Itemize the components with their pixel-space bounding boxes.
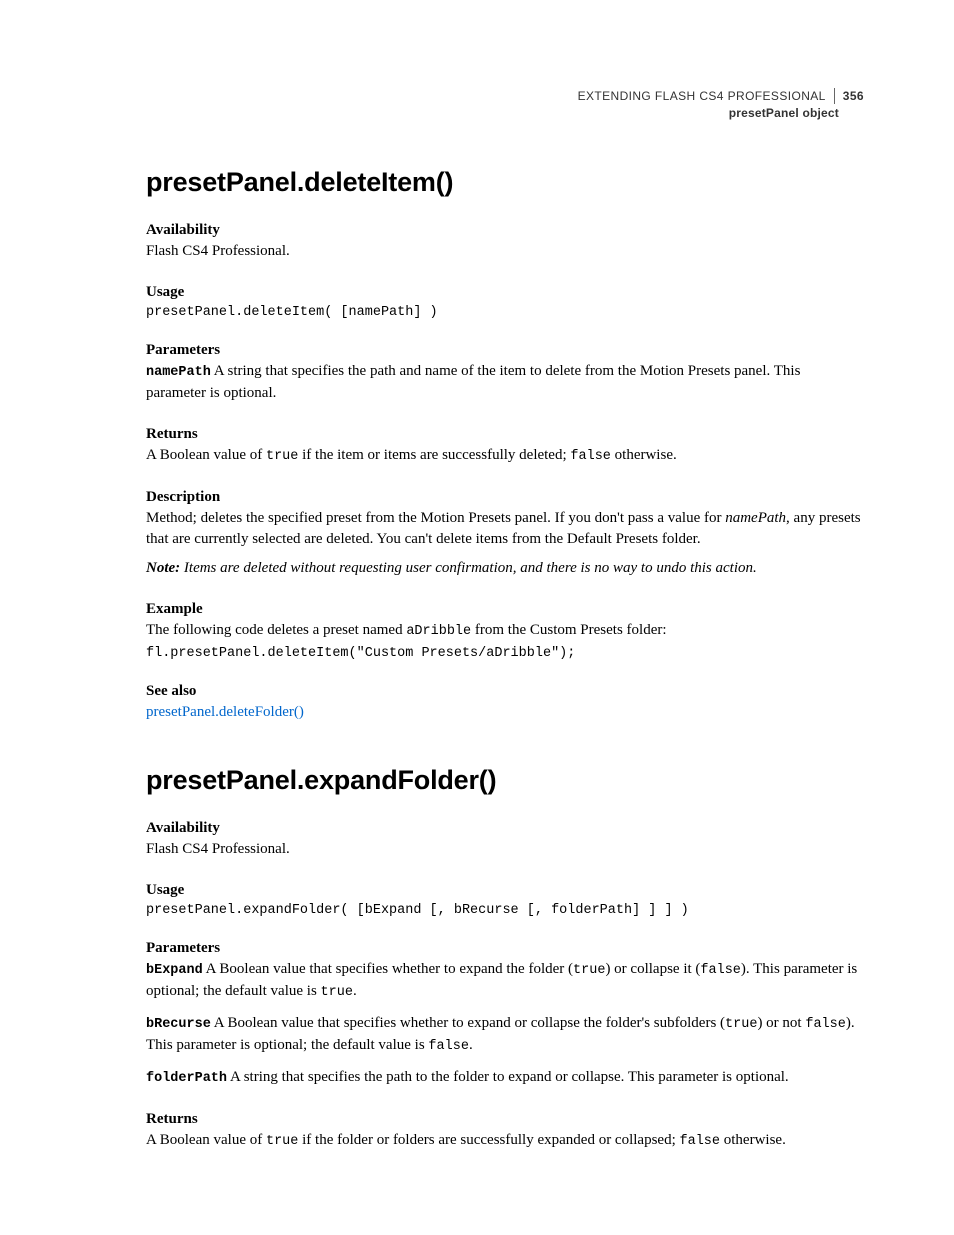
parameter-bexpand: bExpand A Boolean value that specifies w… (146, 959, 864, 1003)
example-code: fl.presetPanel.deleteItem("Custom Preset… (146, 646, 864, 661)
running-head: EXTENDING FLASH CS4 PROFESSIONAL 356 pres… (146, 88, 864, 121)
parameter-namepath: namePath A string that specifies the pat… (146, 361, 864, 404)
parameter-folderpath: folderPath A string that specifies the p… (146, 1067, 864, 1089)
parameter-brecurse: bRecurse A Boolean value that specifies … (146, 1013, 864, 1057)
method-heading-expandfolder: presetPanel.expandFolder() (146, 765, 864, 796)
seealso-label: See also (146, 683, 864, 700)
method-heading-deleteitem: presetPanel.deleteItem() (146, 167, 864, 198)
header-top-row: EXTENDING FLASH CS4 PROFESSIONAL 356 (146, 88, 864, 104)
description-label: Description (146, 489, 864, 506)
param-name: namePath (146, 365, 211, 380)
parameters-label: Parameters (146, 342, 864, 359)
param-desc: A string that specifies the path and nam… (146, 363, 800, 401)
availability-text: Flash CS4 Professional. (146, 241, 864, 262)
returns-text: A Boolean value of true if the item or i… (146, 445, 864, 467)
header-title: EXTENDING FLASH CS4 PROFESSIONAL (578, 89, 826, 103)
returns-text-2: A Boolean value of true if the folder or… (146, 1130, 864, 1152)
description-text: Method; deletes the specified preset fro… (146, 508, 864, 550)
parameters-label-2: Parameters (146, 940, 864, 957)
example-label: Example (146, 601, 864, 618)
returns-label-2: Returns (146, 1111, 864, 1128)
page-container: EXTENDING FLASH CS4 PROFESSIONAL 356 pres… (0, 0, 954, 1213)
header-subtitle: presetPanel object (146, 105, 864, 121)
usage-code: presetPanel.deleteItem( [namePath] ) (146, 305, 864, 320)
page-number: 356 (834, 88, 864, 104)
link-deletefolder[interactable]: presetPanel.deleteFolder() (146, 704, 304, 720)
returns-label: Returns (146, 426, 864, 443)
availability-label-2: Availability (146, 820, 864, 837)
note-text: Note: Items are deleted without requesti… (146, 558, 864, 579)
availability-text-2: Flash CS4 Professional. (146, 839, 864, 860)
usage-code-2: presetPanel.expandFolder( [bExpand [, bR… (146, 903, 864, 918)
usage-label-2: Usage (146, 882, 864, 899)
seealso-links: presetPanel.deleteFolder() (146, 702, 864, 723)
usage-label: Usage (146, 284, 864, 301)
availability-label: Availability (146, 222, 864, 239)
example-intro: The following code deletes a preset name… (146, 620, 864, 642)
